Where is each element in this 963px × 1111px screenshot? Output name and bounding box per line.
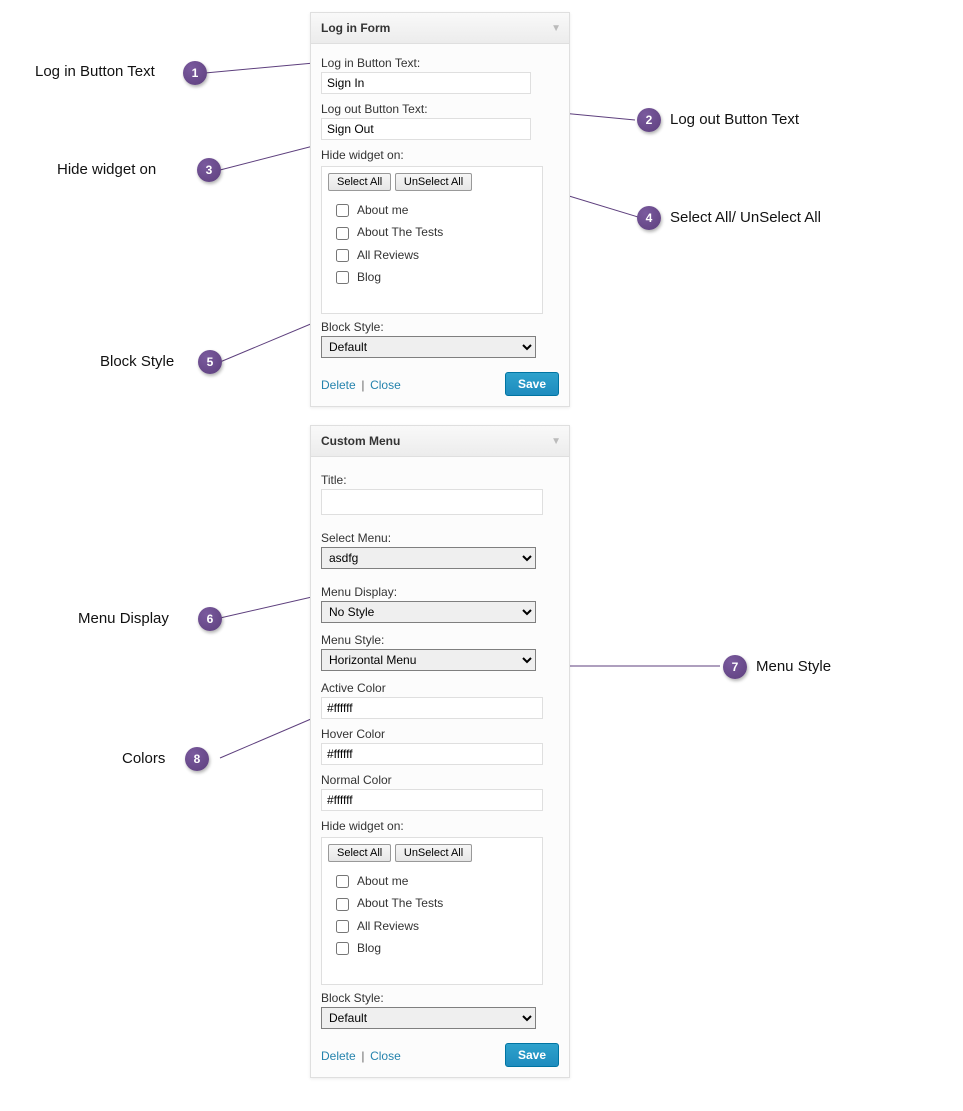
menu-display-label: Menu Display:: [321, 585, 559, 599]
page-checkbox[interactable]: [336, 204, 349, 217]
page-checkbox[interactable]: [336, 942, 349, 955]
page-label: Blog: [357, 941, 381, 955]
page-checkbox[interactable]: [336, 875, 349, 888]
page-checkbox[interactable]: [336, 227, 349, 240]
separator: |: [361, 1049, 364, 1063]
widget-login-form: Log in Form ▼ Log in Button Text: Log ou…: [310, 12, 570, 407]
widget-custom-menu: Custom Menu ▼ Title: Select Menu: asdfg …: [310, 425, 570, 1078]
select-menu-select[interactable]: asdfg: [321, 547, 536, 569]
page-label: Blog: [357, 270, 381, 284]
normal-color-label: Normal Color: [321, 773, 559, 787]
page-label: All Reviews: [357, 919, 419, 933]
title-field-label: Title:: [321, 473, 559, 487]
delete-link[interactable]: Delete: [321, 1049, 356, 1063]
page-label: About The Tests: [357, 896, 443, 910]
save-button[interactable]: Save: [505, 372, 559, 396]
list-item: About The Tests: [328, 221, 536, 243]
hide-widget-label: Hide widget on:: [321, 819, 559, 833]
collapse-icon[interactable]: ▼: [551, 436, 561, 447]
list-item: About me: [328, 870, 536, 892]
hover-color-input[interactable]: [321, 743, 543, 765]
select-menu-label: Select Menu:: [321, 531, 559, 545]
callout-badge-6: 6: [198, 607, 222, 631]
list-item: Blog: [328, 266, 536, 288]
delete-link[interactable]: Delete: [321, 378, 356, 392]
page-label: All Reviews: [357, 248, 419, 262]
widget-title: Log in Form: [321, 21, 390, 35]
block-style-select[interactable]: Default: [321, 1007, 536, 1029]
logout-button-text-input[interactable]: [321, 118, 531, 140]
callout-text-2: Log out Button Text: [670, 111, 799, 128]
callout-text-8: Colors: [122, 750, 165, 767]
page-checkbox[interactable]: [336, 271, 349, 284]
list-item: All Reviews: [328, 915, 536, 937]
select-all-button[interactable]: Select All: [328, 844, 391, 862]
page-label: About me: [357, 874, 408, 888]
login-button-text-input[interactable]: [321, 72, 531, 94]
page-label: About The Tests: [357, 225, 443, 239]
page-checkbox[interactable]: [336, 898, 349, 911]
logout-button-text-label: Log out Button Text:: [321, 102, 559, 116]
hover-color-label: Hover Color: [321, 727, 559, 741]
active-color-input[interactable]: [321, 697, 543, 719]
normal-color-input[interactable]: [321, 789, 543, 811]
close-link[interactable]: Close: [370, 1049, 401, 1063]
menu-style-label: Menu Style:: [321, 633, 559, 647]
callout-text-3: Hide widget on: [57, 161, 156, 178]
block-style-label: Block Style:: [321, 991, 559, 1005]
close-link[interactable]: Close: [370, 378, 401, 392]
callout-badge-3: 3: [197, 158, 221, 182]
title-input[interactable]: [321, 489, 543, 515]
menu-style-select[interactable]: Horizontal Menu: [321, 649, 536, 671]
callout-badge-8: 8: [185, 747, 209, 771]
callout-text-4: Select All/ UnSelect All: [670, 209, 821, 226]
save-button[interactable]: Save: [505, 1043, 559, 1067]
page-checkbox[interactable]: [336, 249, 349, 262]
callout-text-6: Menu Display: [78, 610, 169, 627]
hide-widget-list[interactable]: Select All UnSelect All About me About T…: [321, 166, 543, 314]
callout-text-7: Menu Style: [756, 658, 831, 675]
callout-text-1: Log in Button Text: [35, 63, 155, 80]
widget-header-custom-menu[interactable]: Custom Menu ▼: [311, 426, 569, 457]
list-item: About The Tests: [328, 892, 536, 914]
select-all-button[interactable]: Select All: [328, 173, 391, 191]
list-item: Blog: [328, 937, 536, 959]
widget-title: Custom Menu: [321, 434, 400, 448]
separator: |: [361, 378, 364, 392]
page-label: About me: [357, 203, 408, 217]
callout-text-5: Block Style: [100, 353, 174, 370]
unselect-all-button[interactable]: UnSelect All: [395, 173, 472, 191]
callout-badge-2: 2: [637, 108, 661, 132]
hide-widget-list[interactable]: Select All UnSelect All About me About T…: [321, 837, 543, 985]
widget-header-login[interactable]: Log in Form ▼: [311, 13, 569, 44]
callout-badge-5: 5: [198, 350, 222, 374]
page-checkbox[interactable]: [336, 920, 349, 933]
callout-badge-4: 4: [637, 206, 661, 230]
block-style-select[interactable]: Default: [321, 336, 536, 358]
callout-badge-1: 1: [183, 61, 207, 85]
list-item: About me: [328, 199, 536, 221]
callout-badge-7: 7: [723, 655, 747, 679]
login-button-text-label: Log in Button Text:: [321, 56, 559, 70]
list-item: All Reviews: [328, 244, 536, 266]
unselect-all-button[interactable]: UnSelect All: [395, 844, 472, 862]
active-color-label: Active Color: [321, 681, 559, 695]
block-style-label: Block Style:: [321, 320, 559, 334]
hide-widget-label: Hide widget on:: [321, 148, 559, 162]
collapse-icon[interactable]: ▼: [551, 23, 561, 34]
menu-display-select[interactable]: No Style: [321, 601, 536, 623]
